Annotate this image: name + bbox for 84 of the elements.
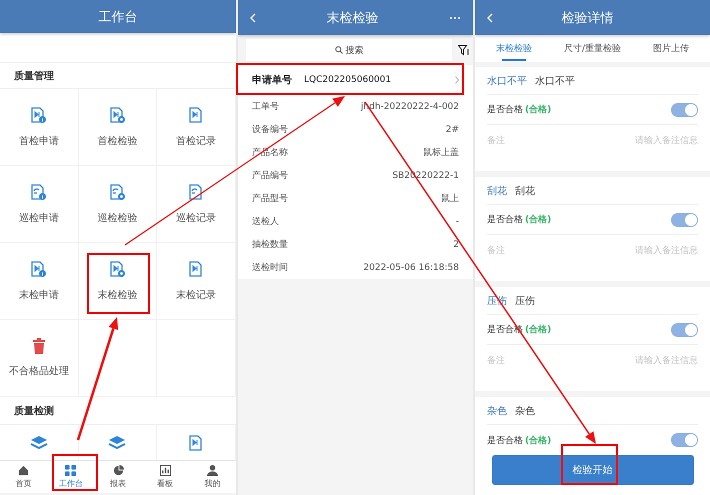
field-label: 送检时间 — [252, 262, 288, 274]
pass-status: (合格) — [525, 324, 552, 336]
field-value: 2022-05-06 16:18:58 — [363, 262, 459, 272]
field-value: - — [456, 216, 459, 226]
pass-switch[interactable] — [671, 212, 698, 226]
section-title: 质量检测 — [14, 404, 54, 418]
remark-label: 备注 — [487, 134, 505, 146]
menu-item[interactable]: 首检申请 — [0, 89, 79, 166]
nav-tab[interactable]: 看板 — [142, 461, 189, 493]
menu-item[interactable]: 首检检验 — [78, 89, 158, 166]
field-label: 抽检数量 — [252, 238, 288, 251]
field-value: 鼠标上盖 — [423, 146, 459, 159]
home-icon — [18, 465, 30, 476]
pie-chart-icon — [112, 465, 124, 476]
user-icon — [206, 465, 218, 476]
defect-name: 刮花 — [515, 184, 535, 198]
nav-tab[interactable]: 我的 — [188, 461, 236, 493]
pass-label: 是否合格 — [487, 214, 523, 226]
search-icon — [334, 46, 342, 54]
nav-tab[interactable]: 首页 — [0, 461, 48, 493]
field-label: 设备编号 — [252, 124, 288, 136]
tab[interactable]: 尺寸/重量检验 — [553, 35, 632, 62]
defect-category: 刮花 — [487, 184, 507, 198]
tab[interactable]: 末检检验 — [475, 35, 554, 62]
remark-label: 备注 — [487, 244, 505, 256]
highlight-frame — [561, 444, 618, 485]
menu-item[interactable]: 末检记录 — [157, 243, 236, 320]
defect-name: 杂色 — [515, 404, 535, 418]
field-label: 工单号 — [252, 100, 279, 113]
pass-label: 是否合格 — [487, 434, 523, 446]
pass-status: (合格) — [525, 214, 552, 226]
field-label: 申请单号 — [252, 74, 292, 87]
highlight-frame — [87, 253, 150, 314]
document-icon — [30, 184, 48, 200]
section-title: 质量管理 — [14, 70, 54, 82]
defect-category: 水口不平 — [487, 74, 527, 88]
menu-item[interactable]: 末检申请 — [0, 243, 79, 320]
nav-tab[interactable]: 报表 — [94, 461, 142, 493]
pass-status: (合格) — [525, 104, 552, 116]
field-value: 2 — [453, 240, 459, 250]
more-icon[interactable] — [449, 16, 461, 20]
start-inspection-button[interactable]: 检验开始 — [492, 454, 694, 484]
field-label: 产品型号 — [252, 192, 288, 205]
pass-switch[interactable] — [671, 433, 698, 447]
back-icon[interactable] — [250, 12, 256, 22]
tab[interactable]: 图片上传 — [632, 35, 710, 62]
grid-icon — [65, 465, 76, 476]
field-value: 鼠上 — [441, 192, 459, 205]
defect-category: 杂色 — [487, 404, 507, 418]
chart-board-icon — [160, 465, 171, 476]
remark-label: 备注 — [487, 354, 505, 366]
search-field[interactable]: 搜索 — [246, 39, 452, 61]
document-icon — [30, 106, 48, 124]
field-label: 产品编号 — [252, 170, 288, 182]
chevron-icon — [455, 76, 459, 84]
layers-icon — [108, 435, 126, 451]
defect-name: 水口不平 — [535, 74, 575, 88]
pass-switch[interactable] — [671, 322, 698, 336]
header-title: 末检检验 — [326, 10, 380, 26]
field-value: LQC202205060001 — [304, 75, 392, 85]
menu-item[interactable]: 末检检验 — [78, 243, 158, 320]
menu-item[interactable]: 首检记录 — [157, 89, 236, 166]
document-icon — [108, 106, 126, 124]
menu-item[interactable]: 不合格品处理 — [0, 320, 79, 397]
menu-item[interactable]: 巡检申请 — [0, 166, 79, 243]
document-icon — [30, 260, 48, 278]
field-value: 2# — [446, 124, 459, 134]
header-title: 检验详情 — [560, 10, 614, 26]
menu-item[interactable]: 巡检检验 — [78, 166, 158, 243]
header-title: 工作台 — [98, 8, 138, 26]
document-icon — [108, 184, 126, 200]
filter-icon[interactable] — [458, 44, 469, 56]
nav-tab[interactable]: 工作台 — [47, 461, 94, 493]
menu-item[interactable]: 巡检记录 — [157, 166, 236, 243]
pass-switch[interactable] — [671, 102, 698, 116]
defect-name: 压伤 — [515, 294, 535, 308]
pass-status: (合格) — [525, 434, 552, 446]
layers-icon — [30, 435, 48, 451]
highlight-frame — [52, 454, 98, 491]
trash-icon — [32, 338, 46, 354]
field-label: 送检人 — [252, 216, 279, 228]
pass-label: 是否合格 — [487, 104, 523, 116]
document-icon — [108, 260, 126, 278]
back-icon[interactable] — [487, 12, 493, 22]
